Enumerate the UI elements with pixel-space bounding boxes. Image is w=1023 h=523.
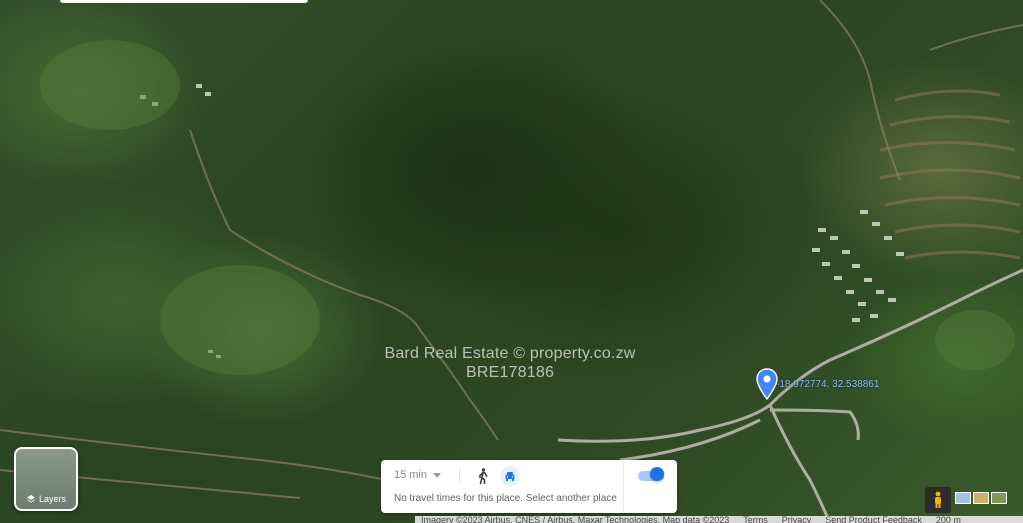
travel-time-message: No travel times for this place. Select a… — [394, 493, 617, 504]
car-icon — [505, 472, 515, 481]
layers-label: Layers — [38, 494, 66, 504]
top-card-edge — [60, 0, 308, 3]
layers-label-row: Layers — [16, 494, 76, 504]
thumb-terrain[interactable] — [973, 492, 989, 504]
thumb-satellite[interactable] — [991, 492, 1007, 504]
watermark-line-2: BRE178186 — [465, 364, 555, 381]
divider — [459, 468, 460, 484]
watermark: Bard Real Estate © property.co.zw BRE178… — [310, 344, 710, 382]
travel-time-dropdown[interactable]: 15 min — [394, 469, 442, 481]
pegman-icon — [935, 491, 941, 508]
chevron-down-icon — [433, 472, 442, 478]
watermark-line-1: Bard Real Estate © property.co.zw — [384, 345, 636, 362]
travel-time-value: 15 min — [394, 469, 428, 481]
satellite-map[interactable] — [0, 0, 1023, 523]
layers-button[interactable]: Layers — [14, 447, 78, 511]
imagery-credit: Imagery ©2023 Airbus, CNES / Airbus, Max… — [421, 516, 730, 523]
feedback-link[interactable]: Send Product Feedback — [825, 516, 922, 523]
terms-link[interactable]: Terms — [743, 516, 768, 523]
pin-coordinates: -18.972774, 32.538861 — [776, 379, 880, 390]
scale-bar: 200 m — [935, 516, 961, 523]
thumb-map[interactable] — [955, 492, 971, 504]
privacy-link[interactable]: Privacy — [782, 516, 812, 523]
driving-mode-button[interactable] — [500, 466, 520, 486]
travel-toggle-knob[interactable] — [650, 467, 664, 481]
imagery-thumbnails[interactable] — [955, 492, 1007, 504]
travel-time-card: 15 min No travel times for this place. S… — [381, 460, 677, 513]
terraced-fields — [879, 89, 1021, 260]
layers-icon — [26, 495, 35, 503]
map-features — [0, 0, 1023, 523]
travel-toggle-area — [623, 460, 677, 513]
street-view-pegman[interactable] — [925, 487, 951, 513]
location-pin-icon[interactable] — [756, 368, 778, 400]
attribution-bar: Imagery ©2023 Airbus, CNES / Airbus, Max… — [415, 516, 1023, 523]
clearings — [40, 40, 1015, 375]
walking-person-icon[interactable] — [476, 468, 490, 484]
